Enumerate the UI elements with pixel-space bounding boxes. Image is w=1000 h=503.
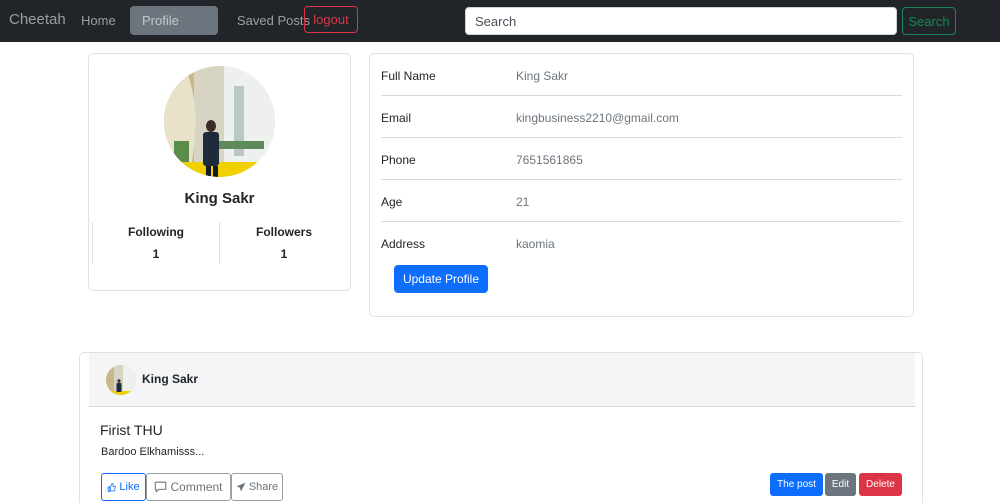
info-row-phone: Phone 7651561865 (381, 138, 902, 180)
info-value: King Sakr (516, 69, 569, 83)
search-button[interactable]: Search (902, 7, 956, 35)
info-value: 7651561865 (516, 153, 583, 167)
view-post-button[interactable]: The post (770, 473, 823, 496)
comment-label: Comment (170, 480, 223, 494)
search-input[interactable] (465, 7, 897, 35)
post-card: King Sakr Firist THU Bardoo Elkhamisss..… (79, 352, 923, 503)
info-label: Full Name (381, 69, 436, 83)
info-label: Age (381, 195, 403, 209)
profile-name: King Sakr (184, 190, 255, 207)
profile-photo-image (164, 66, 275, 177)
delete-post-button[interactable]: Delete (859, 473, 902, 496)
thumbs-up-icon (107, 482, 117, 492)
post-body: Bardoo Elkhamisss... (101, 446, 205, 458)
info-value: 21 (516, 195, 530, 209)
post-author-name[interactable]: King Sakr (142, 372, 198, 386)
followers-label: Followers (255, 225, 312, 239)
following-label: Following (128, 225, 184, 239)
info-label: Email (381, 111, 412, 125)
following-stat[interactable]: Following 1 (92, 222, 220, 264)
navbar: Cheetah Home Profile Saved Posts logout … (0, 0, 1000, 42)
following-count: 1 (152, 247, 160, 261)
brand-logo[interactable]: Cheetah (9, 11, 66, 28)
info-row-email: Email kingbusiness2210@gmail.com (381, 96, 902, 138)
info-row-address: Address kaomia (381, 222, 902, 264)
like-label: Like (119, 481, 140, 493)
nav-home-link[interactable]: Home (81, 13, 116, 28)
info-row-age: Age 21 (381, 180, 902, 222)
edit-post-button[interactable]: Edit (825, 473, 856, 496)
info-value: kaomia (516, 237, 555, 251)
author-photo-image (106, 365, 136, 395)
nav-saved-posts-link[interactable]: Saved Posts (237, 13, 310, 28)
comment-button[interactable]: Comment (146, 473, 231, 501)
info-label: Phone (381, 153, 416, 167)
info-label: Address (381, 237, 426, 251)
followers-stat[interactable]: Followers 1 (220, 222, 348, 264)
profile-avatar (164, 66, 275, 177)
share-button[interactable]: Share (231, 473, 283, 501)
info-row-full-name: Full Name King Sakr (381, 54, 902, 96)
share-label: Share (248, 481, 279, 493)
comment-bubble-icon (154, 481, 167, 493)
followers-count: 1 (280, 247, 288, 261)
post-header: King Sakr (89, 353, 915, 407)
profile-info-card: Full Name King Sakr Email kingbusiness22… (369, 53, 914, 317)
profile-card: King Sakr Following 1 Followers 1 (88, 53, 351, 291)
send-icon (236, 482, 246, 492)
like-button[interactable]: Like (101, 473, 146, 501)
post-author-avatar[interactable] (106, 365, 136, 395)
nav-profile-link[interactable]: Profile (130, 6, 218, 35)
update-profile-button[interactable]: Update Profile (394, 265, 488, 293)
logout-button[interactable]: logout (304, 6, 358, 33)
info-value: kingbusiness2210@gmail.com (516, 111, 679, 125)
post-title: Firist THU (100, 422, 163, 438)
